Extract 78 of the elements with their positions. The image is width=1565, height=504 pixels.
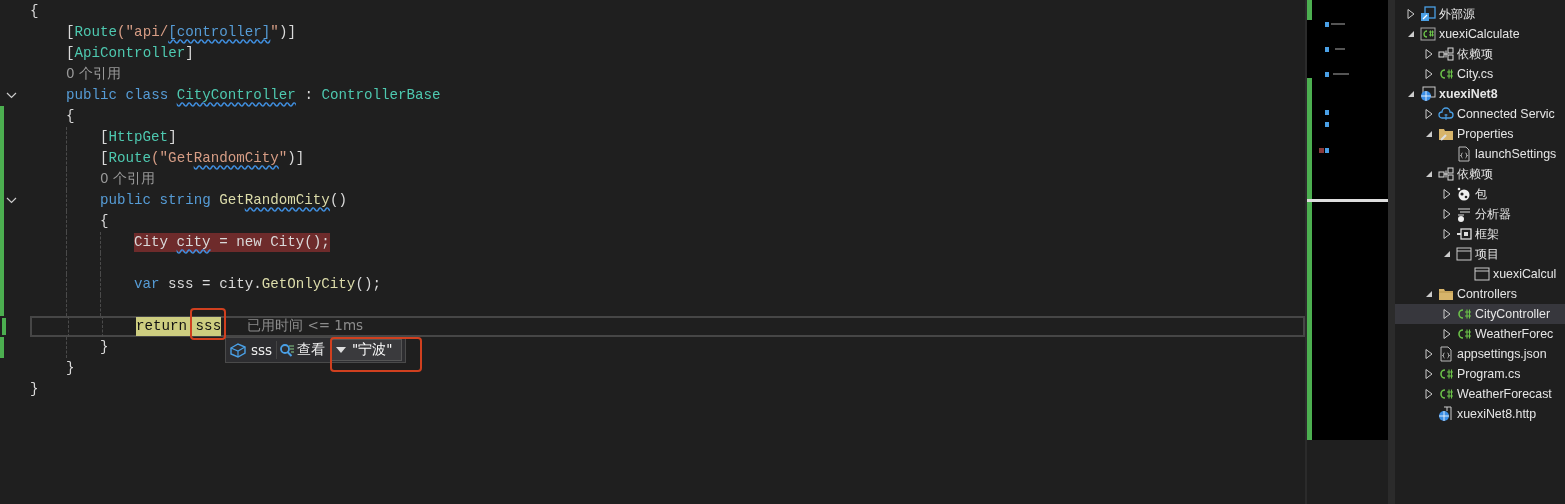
collapsed-arrow-icon[interactable] [1441,308,1453,320]
wrench-folder-icon [1438,126,1454,142]
code-line: [Route("GetRandomCity")] [100,148,305,168]
tree-item[interactable]: CityController [1395,304,1565,324]
csharp-file-icon [1438,386,1454,402]
annotation-box [190,307,226,340]
caret-icon[interactable] [336,346,347,353]
tree-item[interactable]: xuexiNet8 [1395,84,1565,104]
cube-icon [229,341,247,358]
elapsed-time-tip: 已用时间 <= 1ms [247,317,364,335]
window-icon [1474,266,1490,282]
code-line: { [100,211,109,231]
package-icon [1456,186,1472,202]
tree-item[interactable]: City.cs [1395,64,1565,84]
tree-item[interactable]: Controllers [1395,284,1565,304]
collapsed-arrow-icon[interactable] [1423,348,1435,360]
tree-item[interactable]: 项目 [1395,244,1565,264]
csharp-file-icon [1456,306,1472,322]
variable-name: sss [251,341,273,358]
globe-file-icon [1438,406,1454,422]
collapsed-arrow-icon[interactable] [1441,328,1453,340]
csharp-file-icon [1438,66,1454,82]
tree-item[interactable]: 依赖项 [1395,44,1565,64]
tree-item[interactable]: launchSettings [1395,144,1565,164]
tree-item[interactable]: Connected Servic [1395,104,1565,124]
dependencies-icon [1438,166,1454,182]
code-line: } [100,337,109,357]
search-icon [279,341,296,358]
collapsed-arrow-icon[interactable] [1423,48,1435,60]
tree-item[interactable]: WeatherForec [1395,324,1565,344]
tree-item[interactable]: 外部源 [1395,4,1565,24]
analyzer-icon [1456,206,1472,222]
tree-item[interactable]: appsettings.json [1395,344,1565,364]
code-line: { [30,1,39,21]
tree-item[interactable]: 依赖项 [1395,164,1565,184]
collapsed-arrow-icon[interactable] [1423,368,1435,380]
json-file-icon [1438,346,1454,362]
dependencies-icon [1438,46,1454,62]
code-line: public string GetRandomCity() [100,190,347,210]
code-line: { [66,106,75,126]
collapsed-arrow-icon[interactable] [1405,8,1417,20]
collapsed-arrow-icon[interactable] [1423,388,1435,400]
variable-value: "宁波" [352,340,393,359]
reference-count[interactable]: 0 个引用 [100,170,155,188]
code-line: } [30,379,39,399]
csharp-file-icon [1438,366,1454,382]
minimap-drawing[interactable] [1307,0,1388,440]
tree-item[interactable]: 分析器 [1395,204,1565,224]
external-link-icon [1420,6,1436,22]
code-line: public class CityController : ControllerBase [66,85,441,105]
tree-item[interactable]: xuexiNet8.http [1395,404,1565,424]
collapsed-arrow-icon[interactable] [1441,228,1453,240]
collapsed-arrow-icon[interactable] [1423,68,1435,80]
tree-item[interactable]: Properties [1395,124,1565,144]
globe-project-icon [1420,86,1436,102]
collapsed-arrow-icon[interactable] [1423,108,1435,120]
collapsed-arrow-icon[interactable] [1441,188,1453,200]
view-button[interactable]: 查看 [276,340,328,359]
tree-item[interactable]: xuexiCalcul [1395,264,1565,284]
tree-item[interactable]: xuexiCalculate [1395,24,1565,44]
code-line: [Route("api/[controller]")] [66,22,296,42]
collapsed-arrow-icon[interactable] [1441,208,1453,220]
project-icon [1420,26,1436,42]
code-line: [ApiController] [66,43,194,63]
csharp-file-icon [1456,326,1472,342]
tree-item[interactable]: 框架 [1395,224,1565,244]
tree-item[interactable]: Program.cs [1395,364,1565,384]
folder-icon [1438,286,1454,302]
json-file-icon [1456,146,1472,162]
reference-count[interactable]: 0 个引用 [66,65,121,83]
tree-item[interactable]: WeatherForecast [1395,384,1565,404]
cloud-icon [1438,106,1454,122]
framework-icon [1456,226,1472,242]
tree-item[interactable]: 包 [1395,184,1565,204]
window-icon [1456,246,1472,262]
code-line: } [66,358,75,378]
code-line: var sss = city.GetOnlyCity(); [134,274,381,294]
code-line: [HttpGet] [100,127,177,147]
